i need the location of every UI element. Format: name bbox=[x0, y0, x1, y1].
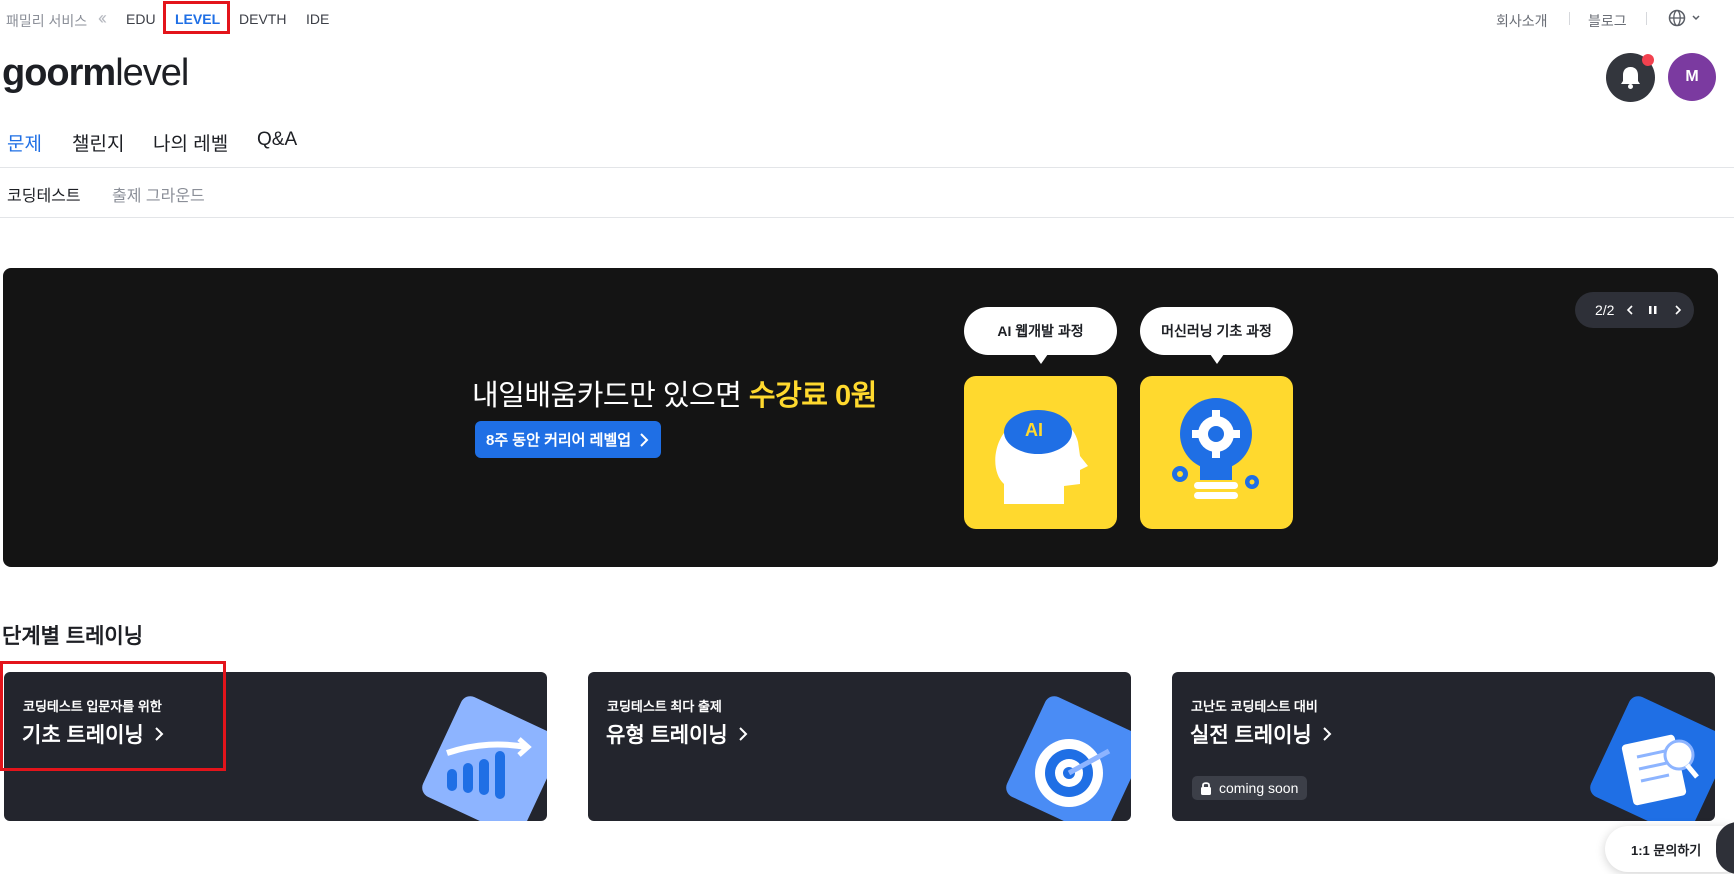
language-selector[interactable] bbox=[1668, 8, 1702, 31]
nav-qna[interactable]: Q&A bbox=[257, 129, 297, 151]
section-title: 단계별 트레이닝 bbox=[2, 625, 144, 648]
lightbulb-gear-icon bbox=[1172, 398, 1259, 499]
target-icon bbox=[1006, 696, 1131, 821]
status-badge: coming soon bbox=[1192, 776, 1308, 800]
chevron-left-icon bbox=[1627, 305, 1634, 315]
double-chevron-left-icon[interactable]: ‹‹ bbox=[98, 8, 107, 29]
divider bbox=[1646, 12, 1647, 25]
goormlevel-logo[interactable]: goormlevel bbox=[2, 52, 189, 95]
globe-icon bbox=[1668, 9, 1700, 27]
pager-count: 2/2 bbox=[1595, 302, 1615, 318]
ai-label: AI bbox=[1025, 420, 1043, 440]
company-link[interactable]: 회사소개 bbox=[1496, 11, 1548, 31]
chevron-down-icon bbox=[1692, 15, 1700, 21]
inquiry-button[interactable]: 1:1 문의하기 bbox=[1605, 826, 1734, 872]
banner-pager: 2/2 bbox=[1575, 292, 1694, 328]
card-title: 실전 트레이닝 bbox=[1190, 719, 1332, 749]
annotation-highlight-level bbox=[163, 1, 230, 34]
chevron-right-icon bbox=[640, 432, 649, 447]
nav-my-level[interactable]: 나의 레벨 bbox=[153, 129, 228, 156]
promo-banner[interactable]: 내일배움카드만 있으면 수강료 0원 8주 동안 커리어 레벨업 AI 웹개발 … bbox=[3, 268, 1718, 567]
divider bbox=[1569, 12, 1570, 25]
card-subtitle: 코딩테스트 최다 출제 bbox=[607, 699, 722, 714]
notification-badge bbox=[1642, 54, 1654, 66]
subnav-problem-ground[interactable]: 출제 그라운드 bbox=[112, 182, 205, 206]
divider bbox=[0, 217, 1734, 218]
nav-problems[interactable]: 문제 bbox=[7, 129, 42, 156]
course-bubble-ai: AI 웹개발 과정 bbox=[964, 307, 1117, 364]
card-subtitle: 고난도 코딩테스트 대비 bbox=[1191, 699, 1318, 714]
chevron-right-icon bbox=[739, 727, 748, 741]
pause-icon bbox=[1649, 306, 1652, 314]
annotation-highlight-basic-training bbox=[0, 661, 226, 771]
chart-arrow-icon bbox=[422, 696, 547, 821]
ml-course-illustration bbox=[1140, 376, 1293, 529]
family-service-bar: 패밀리 서비스 ‹‹ EDU LEVEL DEVTH IDE 회사소개 블로그 bbox=[0, 0, 1734, 36]
card-title: 유형 트레이닝 bbox=[606, 719, 748, 749]
service-link-devth[interactable]: DEVTH bbox=[239, 11, 286, 27]
ai-course-illustration: AI bbox=[964, 376, 1117, 529]
avatar[interactable]: M bbox=[1668, 53, 1716, 101]
document-review-icon bbox=[1590, 696, 1715, 821]
banner-cta-button[interactable]: 8주 동안 커리어 레벨업 bbox=[475, 421, 661, 458]
service-link-ide[interactable]: IDE bbox=[306, 11, 329, 27]
subnav-coding-test[interactable]: 코딩테스트 bbox=[7, 182, 81, 206]
ai-head-icon bbox=[995, 410, 1088, 504]
service-link-edu[interactable]: EDU bbox=[126, 11, 156, 27]
divider bbox=[0, 167, 1734, 168]
course-bubble-ml: 머신러닝 기초 과정 bbox=[1140, 307, 1293, 364]
banner-headline: 내일배움카드만 있으면 수강료 0원 bbox=[472, 380, 877, 412]
training-card-type[interactable]: 코딩테스트 최다 출제 유형 트레이닝 bbox=[588, 672, 1131, 821]
blog-link[interactable]: 블로그 bbox=[1588, 11, 1627, 31]
training-card-practical[interactable]: 고난도 코딩테스트 대비 실전 트레이닝 coming soon bbox=[1172, 672, 1715, 821]
family-service-label: 패밀리 서비스 bbox=[6, 13, 88, 29]
chevron-right-icon bbox=[1675, 305, 1682, 315]
lock-icon bbox=[1201, 782, 1211, 795]
nav-challenge[interactable]: 챌린지 bbox=[72, 129, 124, 156]
chevron-right-icon bbox=[1323, 727, 1332, 741]
